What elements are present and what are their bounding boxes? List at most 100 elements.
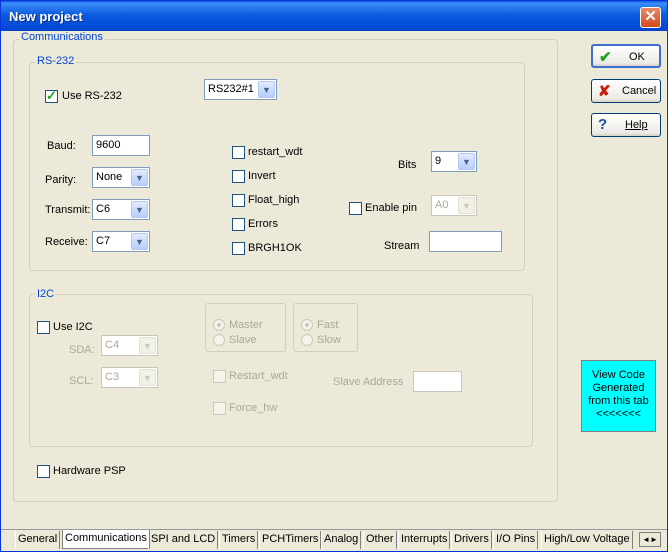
- tab-pchtimers[interactable]: PCHTimers: [259, 531, 322, 549]
- brgh1ok-checkbox[interactable]: [232, 242, 245, 255]
- invert-label: Invert: [248, 170, 276, 182]
- receive-label: Receive:: [45, 236, 88, 248]
- tab-spi-and-lcd[interactable]: SPI and LCD: [148, 531, 219, 549]
- window-title: New project: [9, 9, 83, 24]
- transmit-value: C6: [96, 203, 111, 215]
- float-high-label: Float_high: [248, 194, 300, 206]
- help-button[interactable]: ? Help: [591, 113, 661, 137]
- new-project-dialog: New project ✕ Communications RS-232 Use …: [0, 0, 668, 552]
- chevron-down-icon: ▼: [458, 197, 475, 214]
- close-button[interactable]: ✕: [640, 7, 661, 28]
- receive-value: C7: [96, 235, 111, 247]
- cancel-button[interactable]: ✘ Cancel: [591, 79, 661, 103]
- communications-group-label: Communications: [19, 31, 105, 43]
- enable-pin-checkbox[interactable]: [349, 202, 362, 215]
- parity-label: Parity:: [45, 174, 77, 186]
- tab-communications[interactable]: Communications: [62, 530, 150, 549]
- chevron-down-icon: ▼: [131, 201, 148, 218]
- slave-address-label: Slave Address: [333, 376, 404, 388]
- receive-select[interactable]: C7 ▼: [92, 231, 150, 252]
- chevron-down-icon: ▼: [131, 233, 148, 250]
- use-i2c-checkbox[interactable]: [37, 321, 50, 334]
- parity-select[interactable]: None ▼: [92, 167, 150, 188]
- restart-wdt-label: restart_wdt: [248, 146, 303, 158]
- use-i2c-label: Use I2C: [53, 321, 93, 333]
- tab-scroll-arrows-icon[interactable]: ◄►: [639, 532, 661, 547]
- sda-select[interactable]: C4 ▼: [101, 335, 158, 356]
- master-radio[interactable]: [213, 319, 225, 331]
- bits-value: 9: [435, 155, 442, 167]
- close-icon: ✕: [644, 8, 657, 25]
- baud-input[interactable]: 9600: [92, 135, 150, 156]
- cancel-label: Cancel: [622, 85, 657, 97]
- ok-label: OK: [629, 51, 645, 63]
- hardware-psp-label: Hardware PSP: [53, 465, 126, 477]
- tab-analog[interactable]: Analog: [321, 531, 362, 549]
- view-code-line4: <<<<<<<: [596, 408, 641, 420]
- rs232-stream-value: RS232#1: [208, 83, 254, 95]
- errors-label: Errors: [248, 218, 278, 230]
- chevron-down-icon: ▼: [139, 369, 156, 386]
- enable-pin-select[interactable]: A0 ▼: [431, 195, 477, 216]
- invert-checkbox[interactable]: [232, 170, 245, 183]
- baud-label: Baud:: [47, 140, 76, 152]
- hardware-psp-checkbox[interactable]: [37, 465, 50, 478]
- tab-high-low-voltage[interactable]: High/Low Voltage: [541, 531, 633, 549]
- view-code-line2: Generated: [592, 382, 645, 394]
- enable-pin-value: A0: [435, 199, 449, 211]
- fast-radio[interactable]: [301, 319, 313, 331]
- checkmark-icon: ✔: [599, 49, 612, 66]
- slave-radio[interactable]: [213, 334, 225, 346]
- slow-label: Slow: [317, 334, 341, 346]
- transmit-label: Transmit:: [45, 204, 91, 216]
- scl-value: C3: [105, 371, 120, 383]
- use-rs232-checkbox[interactable]: [45, 88, 58, 104]
- i2c-group-label: I2C: [35, 288, 57, 300]
- i2c-restart-wdt-label: Restart_wdt: [229, 370, 288, 382]
- slow-radio[interactable]: [301, 334, 313, 346]
- stream-input[interactable]: [429, 231, 502, 252]
- sda-value: C4: [105, 339, 120, 351]
- bits-select[interactable]: 9 ▼: [431, 151, 477, 172]
- slave-label: Slave: [229, 334, 257, 346]
- rs232-stream-select[interactable]: RS232#1 ▼: [204, 79, 277, 100]
- ok-button[interactable]: ✔ OK: [591, 44, 661, 68]
- tab-drivers[interactable]: Drivers: [451, 531, 492, 549]
- enable-pin-label: Enable pin: [365, 202, 417, 214]
- stream-label: Stream: [384, 240, 420, 252]
- title-bar[interactable]: New project ✕: [1, 1, 667, 31]
- transmit-select[interactable]: C6 ▼: [92, 199, 150, 220]
- chevron-down-icon: ▼: [131, 169, 148, 186]
- float-high-checkbox[interactable]: [232, 194, 245, 207]
- force-hw-checkbox[interactable]: [213, 402, 226, 415]
- restart-wdt-checkbox[interactable]: [232, 146, 245, 159]
- errors-checkbox[interactable]: [232, 218, 245, 231]
- question-icon: ?: [598, 116, 608, 133]
- bits-label: Bits: [398, 159, 417, 171]
- help-label: Help: [625, 119, 648, 131]
- brgh1ok-label: BRGH1OK: [248, 242, 302, 254]
- slave-address-input[interactable]: [413, 371, 462, 392]
- chevron-down-icon: ▼: [139, 337, 156, 354]
- tab-interrupts[interactable]: Interrupts: [398, 531, 451, 549]
- chevron-down-icon: ▼: [258, 81, 275, 98]
- i2c-restart-wdt-checkbox[interactable]: [213, 370, 226, 383]
- view-code-line1: View Code: [592, 369, 645, 381]
- sda-label: SDA:: [69, 344, 95, 356]
- chevron-down-icon: ▼: [458, 153, 475, 170]
- fast-label: Fast: [317, 319, 339, 331]
- tab-general[interactable]: General: [15, 531, 61, 549]
- master-label: Master: [229, 319, 263, 331]
- view-code-button[interactable]: View Code Generated from this tab <<<<<<…: [581, 360, 656, 432]
- scl-select[interactable]: C3 ▼: [101, 367, 158, 388]
- cross-icon: ✘: [598, 83, 611, 100]
- tab-timers[interactable]: Timers: [219, 531, 259, 549]
- tab-io-pins[interactable]: I/O Pins: [493, 531, 539, 549]
- rs232-group-label: RS-232: [35, 55, 77, 67]
- force-hw-label: Force_hw: [229, 402, 278, 414]
- use-rs232-label: Use RS-232: [62, 90, 122, 102]
- scl-label: SCL:: [69, 375, 94, 387]
- parity-value: None: [96, 171, 123, 183]
- tab-other[interactable]: Other: [363, 531, 397, 549]
- view-code-line3: from this tab: [588, 395, 649, 407]
